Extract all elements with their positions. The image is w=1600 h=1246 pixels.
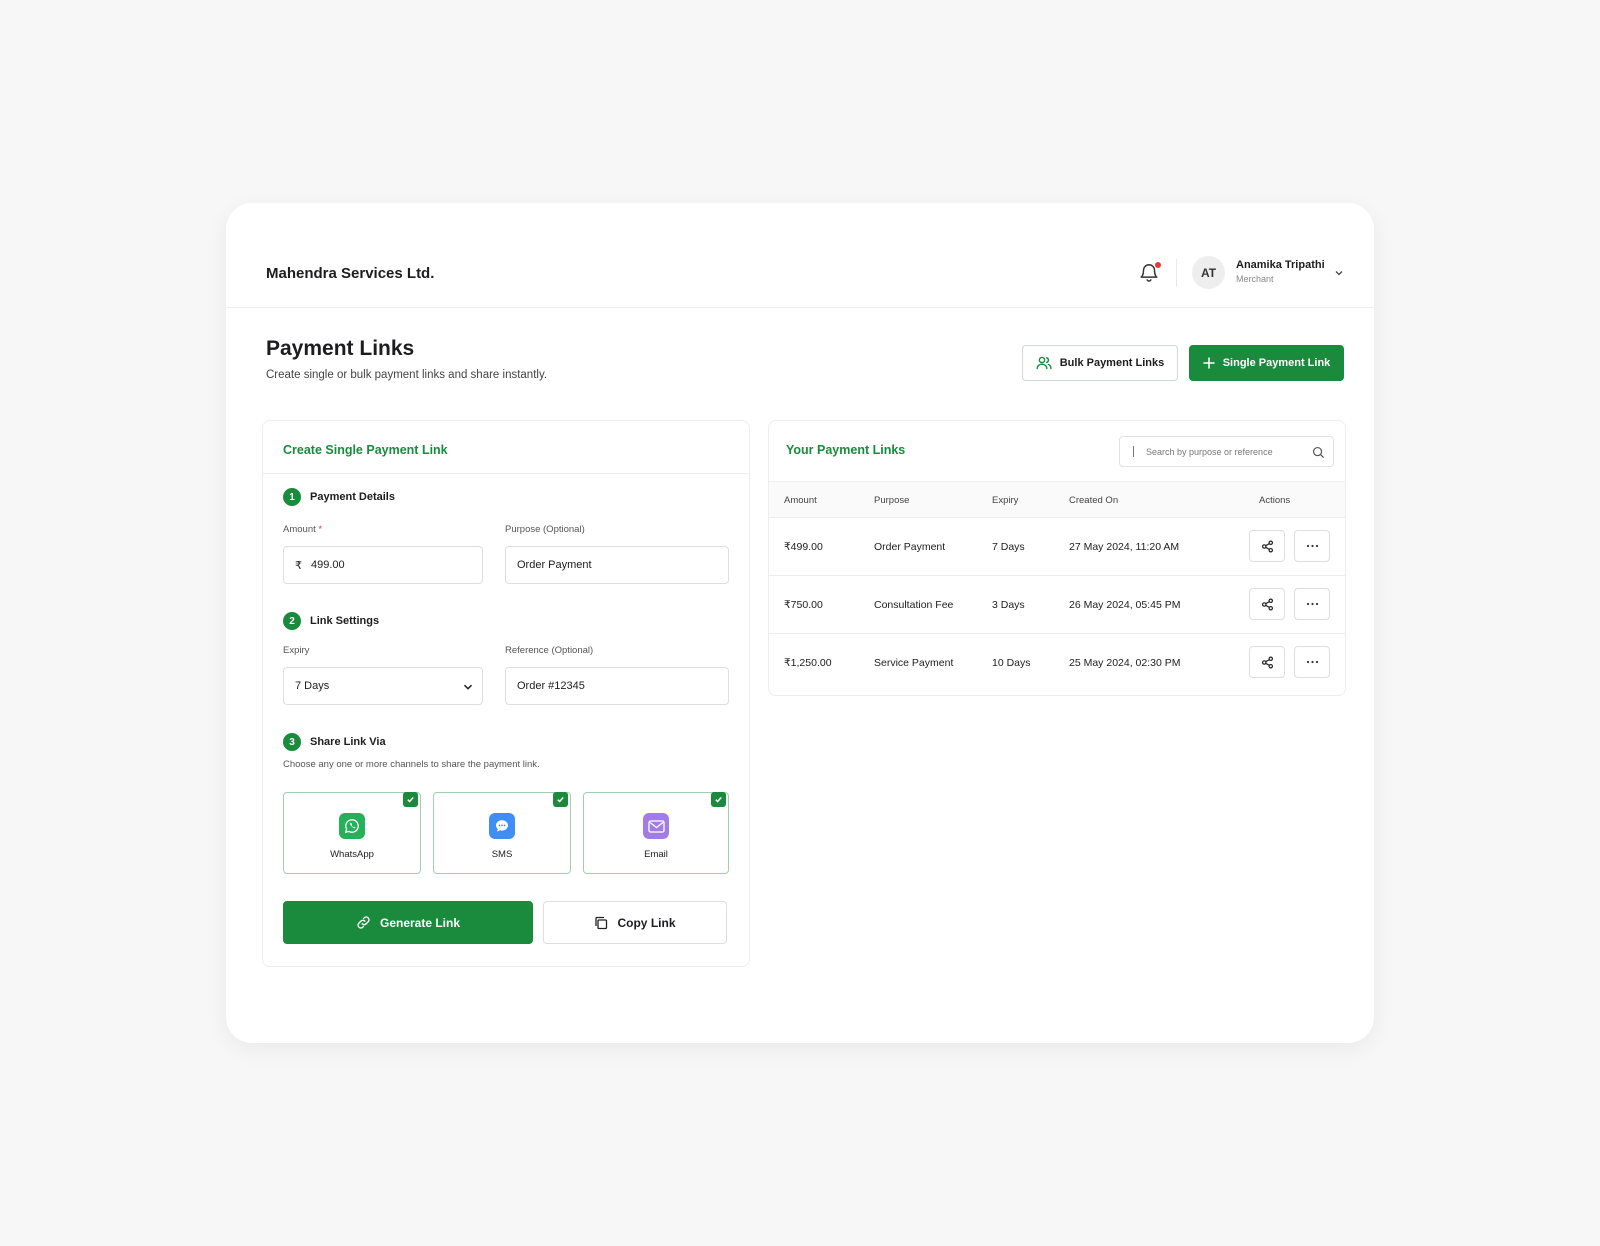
link-icon	[357, 916, 370, 929]
row-expiry: 10 Days	[992, 657, 1031, 669]
check-icon	[553, 792, 568, 807]
more-icon	[1306, 544, 1318, 548]
single-payment-link-button[interactable]: Single Payment Link	[1189, 345, 1344, 381]
row-purpose: Service Payment	[874, 657, 954, 669]
channel-email[interactable]: Email	[583, 792, 729, 874]
user-role: Merchant	[1236, 274, 1274, 284]
chevron-down-icon[interactable]	[1333, 267, 1345, 279]
copy-icon	[595, 916, 608, 929]
share-note: Choose any one or more channels to share…	[283, 759, 540, 770]
more-options-button[interactable]	[1294, 646, 1330, 678]
row-purpose: Order Payment	[874, 541, 946, 553]
step-number-1: 1	[283, 488, 301, 506]
copy-link-button[interactable]: Copy Link	[543, 901, 727, 944]
text-cursor	[1133, 446, 1134, 457]
bulk-payment-links-label: Bulk Payment Links	[1059, 357, 1165, 369]
bulk-payment-links-button[interactable]: Bulk Payment Links	[1022, 345, 1178, 381]
reference-label: Reference (Optional)	[505, 645, 594, 656]
payment-links-title: Your Payment Links	[786, 443, 906, 457]
share-icon	[1261, 598, 1273, 610]
purpose-field[interactable]: Order Payment	[505, 546, 729, 584]
users-icon	[1036, 356, 1052, 370]
chevron-down-icon	[463, 684, 473, 690]
notification-dot	[1155, 262, 1161, 268]
step-title-payment-details: Payment Details	[310, 491, 395, 503]
column-header-expiry: Expiry	[992, 495, 1019, 506]
step-number-3: 3	[283, 733, 301, 751]
row-amount: ₹499.00	[784, 541, 823, 553]
column-header-amount: Amount	[784, 495, 817, 506]
search-icon[interactable]	[1312, 446, 1325, 459]
purpose-value: Order Payment	[517, 559, 592, 571]
channel-label: SMS	[491, 849, 513, 860]
row-created-on: 26 May 2024, 05:45 PM	[1069, 599, 1181, 611]
expiry-select[interactable]: 7 Days	[283, 667, 483, 705]
channel-label: Email	[644, 849, 668, 860]
divider	[263, 473, 749, 474]
channel-label: WhatsApp	[330, 849, 374, 860]
header-divider	[1176, 259, 1177, 287]
company-name: Mahendra Services Ltd.	[266, 265, 435, 282]
currency-symbol: ₹	[295, 559, 302, 572]
page-title: Payment Links	[266, 337, 415, 360]
row-amount: ₹750.00	[784, 599, 823, 611]
step-title-link-settings: Link Settings	[310, 615, 380, 627]
reference-field[interactable]: Order #12345	[505, 667, 729, 705]
column-header-created-on: Created On	[1069, 495, 1119, 506]
amount-value: 499.00	[311, 559, 345, 571]
create-link-panel: Create Single Payment Link 1 Payment Det…	[262, 420, 750, 967]
share-button[interactable]	[1249, 588, 1285, 620]
more-icon	[1306, 660, 1318, 664]
whatsapp-icon	[339, 813, 365, 839]
share-button[interactable]	[1249, 530, 1285, 562]
create-link-title: Create Single Payment Link	[283, 443, 448, 457]
expiry-value: 7 Days	[295, 680, 330, 692]
page-subtitle: Create single or bulk payment links and …	[266, 369, 548, 381]
share-icon	[1261, 540, 1273, 552]
check-icon	[711, 792, 726, 807]
check-icon	[403, 792, 418, 807]
more-options-button[interactable]	[1294, 530, 1330, 562]
row-expiry: 7 Days	[992, 541, 1025, 553]
payment-links-panel: Your Payment Links Search by purpose or …	[768, 420, 1346, 696]
more-options-button[interactable]	[1294, 588, 1330, 620]
generate-link-label: Generate Link	[379, 915, 461, 930]
step-number-2: 2	[283, 612, 301, 630]
top-header: Mahendra Services Ltd. AT Anamika Tripat…	[226, 203, 1374, 308]
row-created-on: 27 May 2024, 11:20 AM	[1069, 541, 1180, 553]
search-placeholder: Search by purpose or reference	[1146, 446, 1273, 457]
more-icon	[1306, 602, 1318, 606]
amount-label: Amount *	[283, 524, 323, 535]
sms-icon	[489, 813, 515, 839]
reference-value: Order #12345	[517, 680, 585, 692]
row-purpose: Consultation Fee	[874, 599, 954, 611]
table-row: ₹750.00 Consultation Fee 3 Days 26 May 2…	[769, 576, 1345, 634]
expiry-label: Expiry	[283, 645, 310, 656]
copy-link-label: Copy Link	[617, 915, 676, 930]
purpose-label: Purpose (Optional)	[505, 524, 585, 535]
table-row: ₹499.00 Order Payment 7 Days 27 May 2024…	[769, 518, 1345, 576]
email-icon	[643, 813, 669, 839]
plus-icon	[1202, 357, 1215, 369]
share-button[interactable]	[1249, 646, 1285, 678]
table-row: ₹1,250.00 Service Payment 10 Days 25 May…	[769, 634, 1345, 692]
user-name[interactable]: Anamika Tripathi	[1236, 259, 1325, 271]
avatar[interactable]: AT	[1192, 256, 1225, 289]
share-icon	[1261, 656, 1273, 668]
step-title-share-link: Share Link Via	[310, 736, 386, 748]
channel-sms[interactable]: SMS	[433, 792, 571, 874]
channel-whatsapp[interactable]: WhatsApp	[283, 792, 421, 874]
row-created-on: 25 May 2024, 02:30 PM	[1069, 657, 1181, 669]
table-header: Amount Purpose Expiry Created On Actions	[769, 481, 1345, 518]
main-card: Mahendra Services Ltd. AT Anamika Tripat…	[226, 203, 1374, 1043]
column-header-purpose: Purpose	[874, 495, 910, 506]
row-amount: ₹1,250.00	[784, 657, 832, 669]
generate-link-button[interactable]: Generate Link	[283, 901, 533, 944]
search-input[interactable]: Search by purpose or reference	[1119, 436, 1334, 467]
single-payment-link-label: Single Payment Link	[1222, 357, 1331, 369]
row-expiry: 3 Days	[992, 599, 1025, 611]
amount-field[interactable]: ₹ 499.00	[283, 546, 483, 584]
column-header-actions: Actions	[1259, 495, 1291, 506]
